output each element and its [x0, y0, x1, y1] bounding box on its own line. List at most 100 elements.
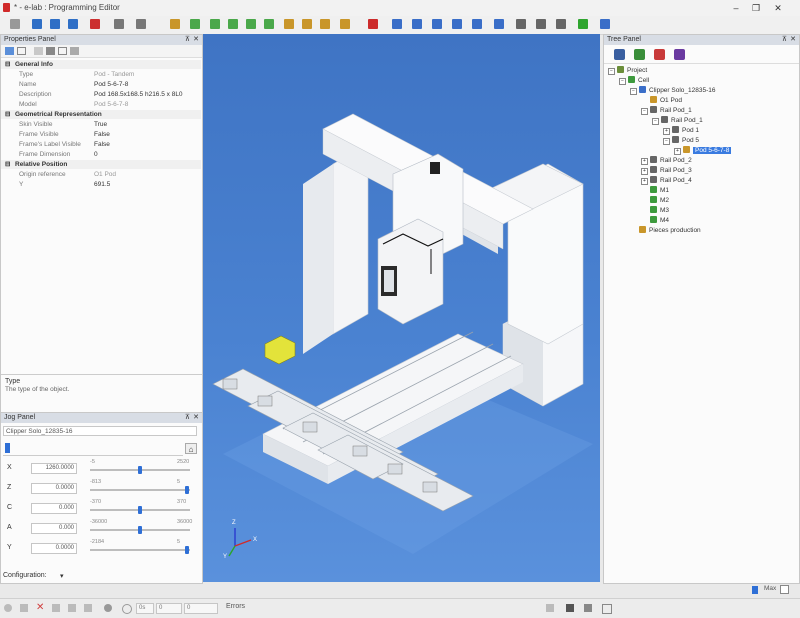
toolbar-button-icon[interactable]: [494, 19, 504, 29]
event-icon[interactable]: [58, 47, 67, 55]
toolbar-button-icon[interactable]: [392, 19, 402, 29]
report-icon[interactable]: [566, 604, 574, 612]
expand-icon[interactable]: +: [641, 178, 648, 185]
tree-node[interactable]: − Pod 5: [663, 136, 699, 145]
axis-slider-thumb[interactable]: [138, 466, 142, 474]
collapse-icon[interactable]: −: [652, 118, 659, 125]
edit-icon[interactable]: [602, 604, 612, 614]
property-value[interactable]: Pod - Tandem: [94, 70, 134, 79]
toolbar-button-icon[interactable]: [68, 19, 78, 29]
max-checkbox[interactable]: [780, 585, 789, 594]
axis-value-field[interactable]: 0.000: [31, 523, 77, 534]
toolbar-button-icon[interactable]: [600, 19, 610, 29]
toolbar-button-icon[interactable]: [246, 19, 256, 29]
axis-slider-track[interactable]: [90, 549, 190, 551]
tree-node[interactable]: + Pod 1: [663, 126, 699, 135]
pin-icon[interactable]: ⊼: [185, 413, 190, 423]
tree-node[interactable]: − Project: [608, 66, 647, 75]
toolbar-button-icon[interactable]: [432, 19, 442, 29]
toolbar-button-icon[interactable]: [50, 19, 60, 29]
toolbar-button-icon[interactable]: [90, 19, 100, 29]
axis-slider-track[interactable]: [90, 489, 190, 491]
expand-icon[interactable]: +: [641, 158, 648, 165]
toolbar-button-icon[interactable]: [516, 19, 526, 29]
collapse-icon[interactable]: −: [630, 88, 637, 95]
stop-icon[interactable]: [20, 604, 28, 612]
toolbar-button-icon[interactable]: [210, 19, 220, 29]
count-field[interactable]: 0: [156, 603, 182, 614]
toolbar-button-icon[interactable]: [114, 19, 124, 29]
configuration-dropdown[interactable]: ▾: [60, 572, 64, 580]
tree-node[interactable]: M4: [641, 216, 669, 225]
toolbar-button-icon[interactable]: [578, 19, 588, 29]
toolbar-button-icon[interactable]: [10, 19, 20, 29]
tree-node[interactable]: M1: [641, 186, 669, 195]
home-icon[interactable]: ⌂: [185, 443, 197, 454]
speed-slider-thumb[interactable]: [5, 443, 10, 453]
back-icon[interactable]: [70, 47, 79, 55]
3d-viewport[interactable]: Z X Y: [203, 34, 600, 582]
tree-node[interactable]: Pieces production: [630, 226, 701, 235]
axis-slider-thumb[interactable]: [185, 486, 190, 494]
tree-node[interactable]: + Rail Pod_2: [641, 156, 692, 165]
remove-item-icon[interactable]: [674, 49, 685, 60]
tree-node[interactable]: − Cell: [619, 76, 649, 85]
export-icon[interactable]: [546, 604, 554, 612]
collapse-icon[interactable]: −: [608, 68, 615, 75]
tree-node[interactable]: M2: [641, 196, 669, 205]
tree-node[interactable]: − Rail Pod_1: [641, 106, 692, 115]
toolbar-button-icon[interactable]: [368, 19, 378, 29]
property-value[interactable]: False: [94, 130, 110, 139]
minimize-button[interactable]: –: [728, 2, 744, 14]
axis-slider-thumb[interactable]: [138, 506, 142, 514]
close-icon[interactable]: ✕: [790, 35, 796, 45]
property-pages-icon[interactable]: [34, 47, 43, 55]
tree-node[interactable]: M3: [641, 206, 669, 215]
property-category[interactable]: ⊟ Geometrical Representation: [1, 110, 201, 119]
property-value[interactable]: Pod 5-6-7-8: [94, 100, 128, 109]
expand-icon[interactable]: +: [663, 128, 670, 135]
expand-icon[interactable]: +: [674, 148, 681, 155]
toolbar-button-icon[interactable]: [264, 19, 274, 29]
record-icon[interactable]: [4, 604, 12, 612]
close-button[interactable]: ✕: [770, 2, 786, 14]
clear-icon[interactable]: ✕: [36, 602, 44, 613]
toolbar-button-icon[interactable]: [556, 19, 566, 29]
pin-icon[interactable]: ⊼: [782, 35, 787, 45]
tree-node[interactable]: − Clipper Solo_12835-16: [630, 86, 716, 95]
maximize-button[interactable]: ❐: [748, 2, 764, 14]
print-icon[interactable]: [584, 604, 592, 612]
toolbar-button-icon[interactable]: [472, 19, 482, 29]
property-value[interactable]: True: [94, 120, 107, 129]
property-value[interactable]: Pod 5-6-7-8: [94, 80, 128, 89]
add-tool-icon[interactable]: [634, 49, 645, 60]
step-back-icon[interactable]: [52, 604, 60, 612]
value-field[interactable]: 0: [184, 603, 218, 614]
toolbar-button-icon[interactable]: [284, 19, 294, 29]
collapse-icon[interactable]: ⊟: [5, 110, 10, 119]
property-value[interactable]: O1 Pod: [94, 170, 116, 179]
axis-slider-thumb[interactable]: [138, 526, 142, 534]
toolbar-button-icon[interactable]: [170, 19, 180, 29]
expand-icon[interactable]: +: [641, 168, 648, 175]
property-category[interactable]: ⊟ Relative Position: [1, 160, 201, 169]
add-machine-icon[interactable]: [614, 49, 625, 60]
axis-value-field[interactable]: 0.0000: [31, 483, 77, 494]
property-value[interactable]: 0: [94, 150, 98, 159]
property-value[interactable]: 691.5: [94, 180, 110, 189]
toolbar-button-icon[interactable]: [228, 19, 238, 29]
toolbar-button-icon[interactable]: [412, 19, 422, 29]
step-forward-icon[interactable]: [84, 604, 92, 612]
play-icon[interactable]: [68, 604, 76, 612]
sort-az-icon[interactable]: [17, 47, 26, 55]
categorized-icon[interactable]: [5, 47, 14, 55]
close-icon[interactable]: ✕: [193, 35, 199, 45]
property-value[interactable]: False: [94, 140, 110, 149]
collapse-icon[interactable]: −: [641, 108, 648, 115]
axis-value-field[interactable]: 0.000: [31, 503, 77, 514]
close-icon[interactable]: ✕: [193, 413, 199, 423]
toolbar-button-icon[interactable]: [136, 19, 146, 29]
collapse-icon[interactable]: ⊟: [5, 160, 10, 169]
property-value[interactable]: Pod 168.5x168.5 h216.5 x 8L0: [94, 90, 183, 99]
toolbar-button-icon[interactable]: [190, 19, 200, 29]
